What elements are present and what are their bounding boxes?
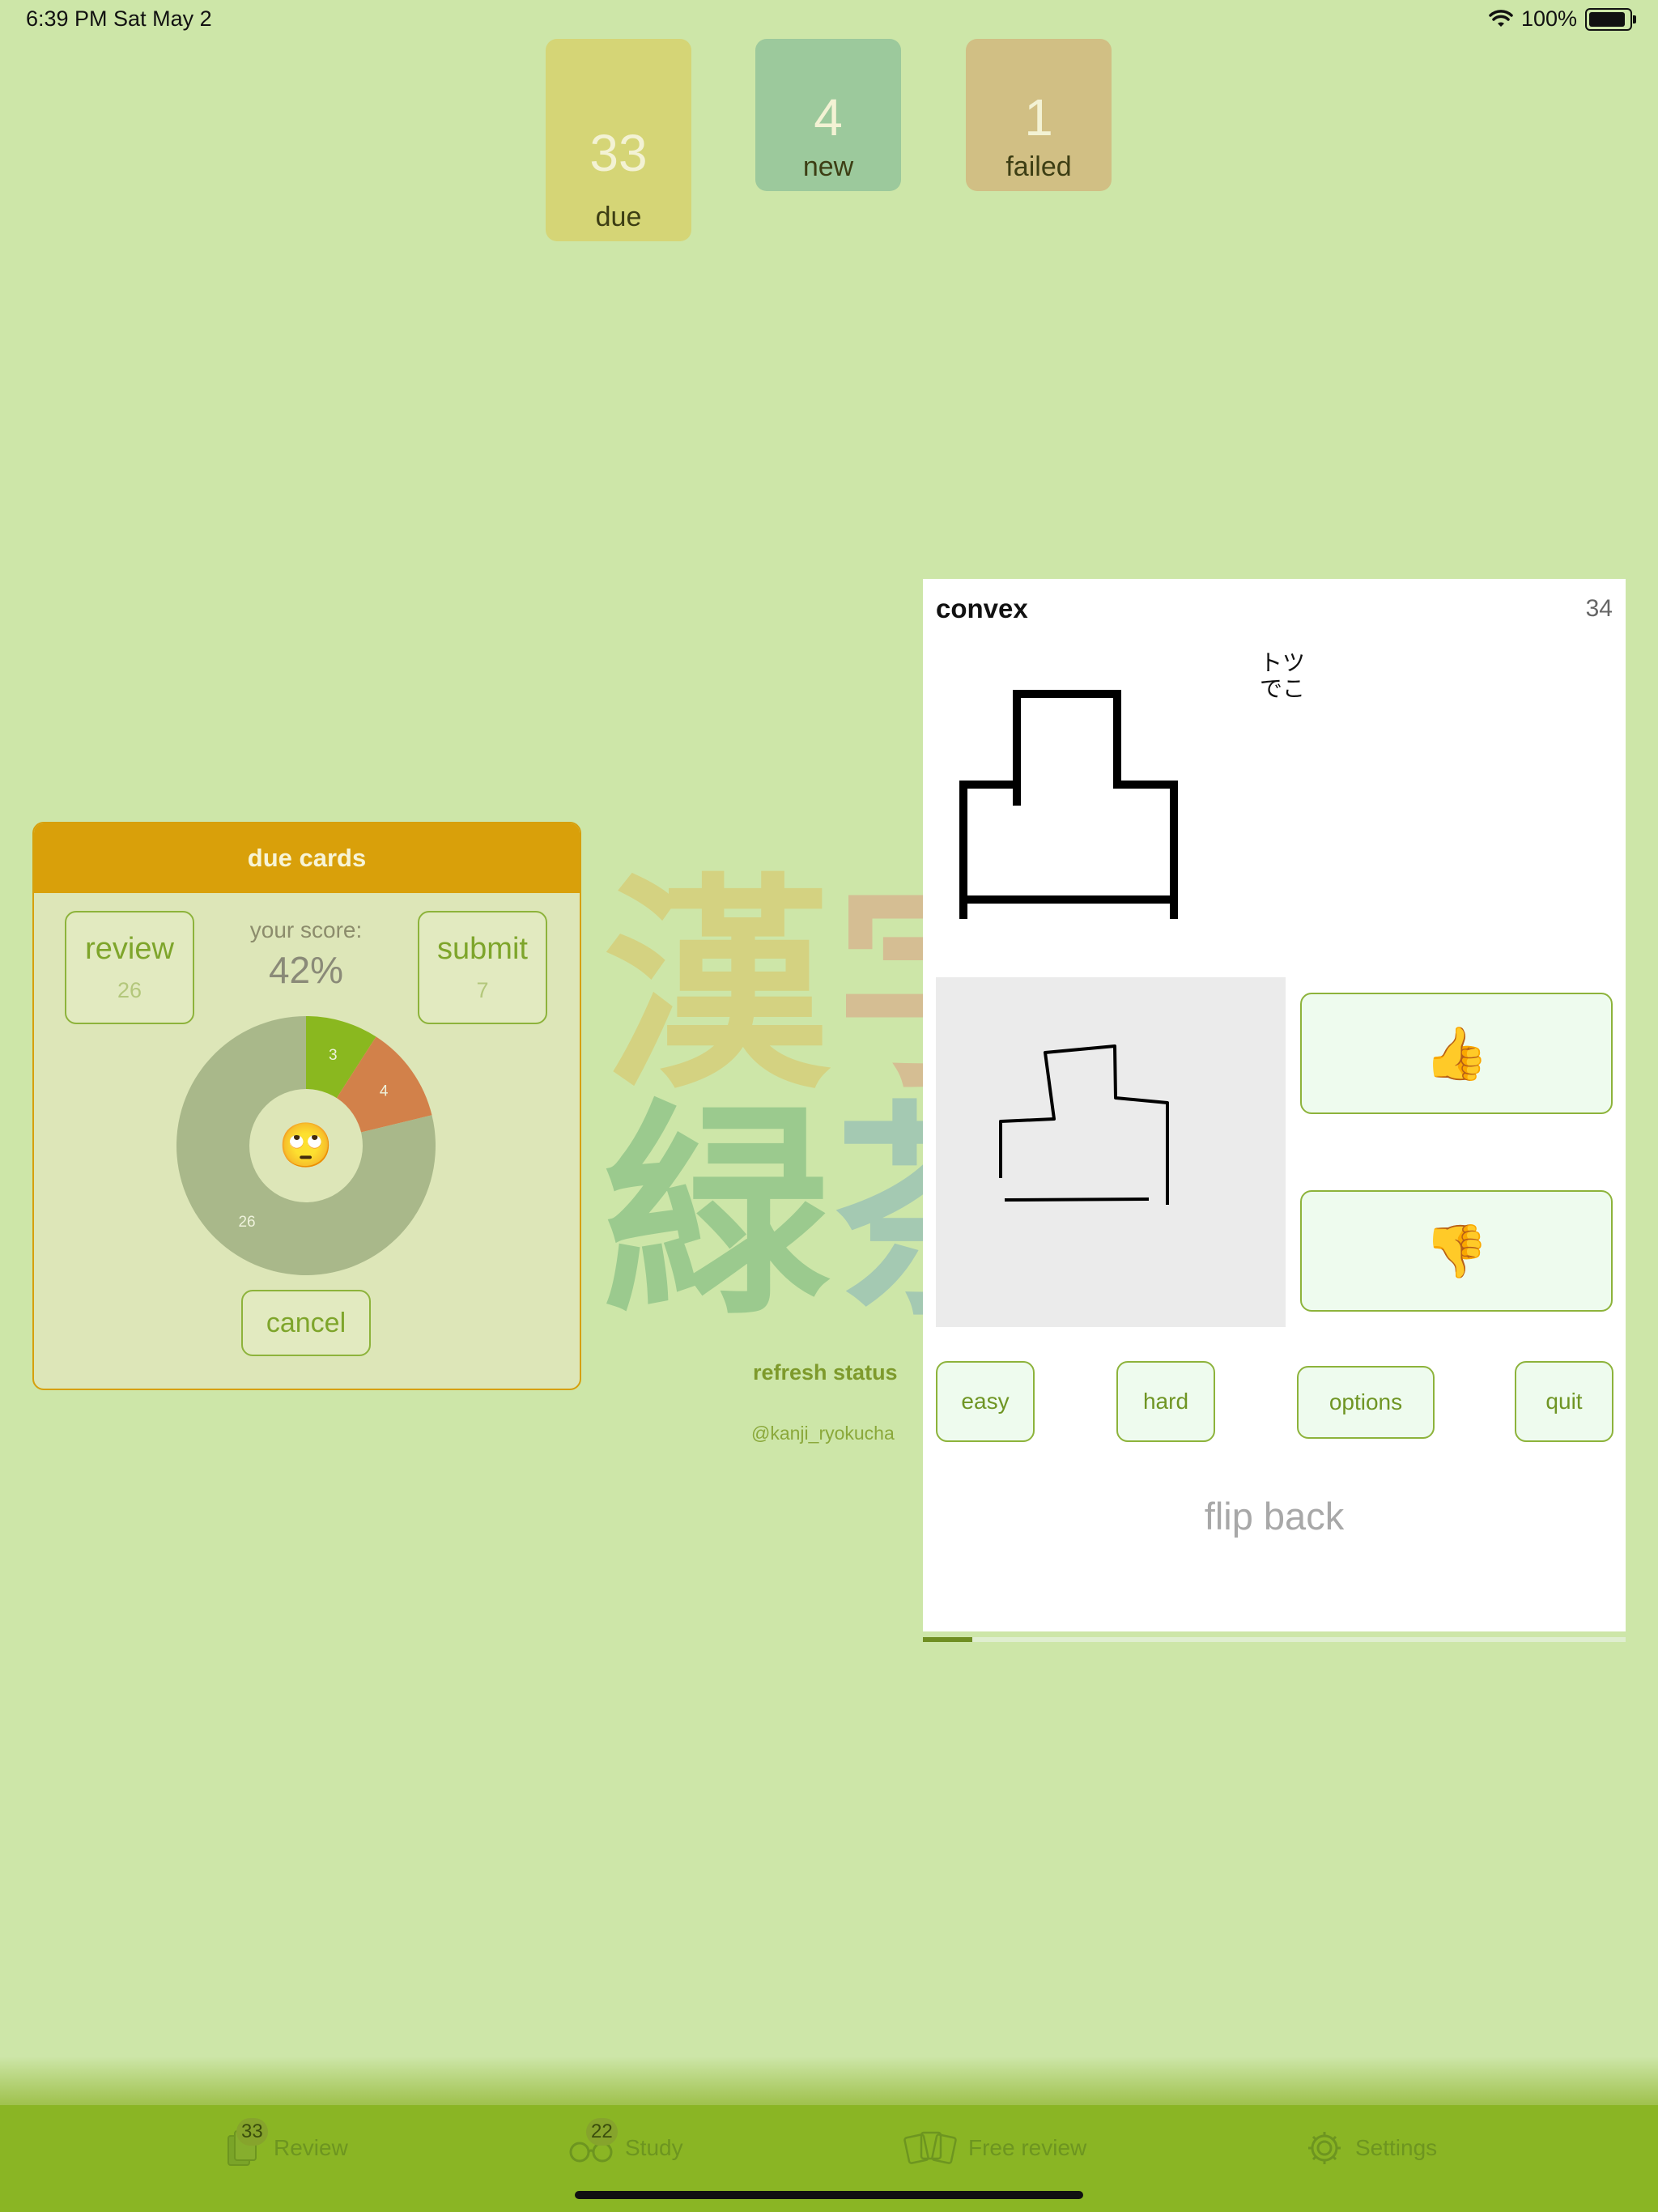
flashcard: convex 34 トツ でこ 👍 👎 easy hard options qu… xyxy=(923,579,1626,1631)
tab-settings[interactable]: Settings xyxy=(1305,2120,1437,2176)
due-cards-panel: due cards review 26 your score: 42% subm… xyxy=(32,822,581,1390)
cancel-button[interactable]: cancel xyxy=(241,1290,371,1356)
review-button-label: review xyxy=(85,932,174,966)
hard-button[interactable]: hard xyxy=(1116,1361,1215,1442)
failed-counter-tile: 1 failed xyxy=(966,39,1112,191)
thumbs-up-button[interactable]: 👍 xyxy=(1300,993,1613,1114)
due-count: 33 xyxy=(589,124,648,182)
options-button[interactable]: options xyxy=(1297,1366,1435,1439)
card-count: 34 xyxy=(1585,595,1613,622)
status-indicators: 100% xyxy=(1489,6,1636,32)
due-label: due xyxy=(595,202,642,232)
wifi-icon xyxy=(1489,9,1513,27)
logo-kanji: 漢 xyxy=(603,856,830,1120)
pie-slice-label: 4 xyxy=(380,1083,389,1100)
failed-label: failed xyxy=(1005,151,1072,182)
pie-slice-label: 3 xyxy=(329,1047,338,1064)
flip-back-button[interactable]: flip back xyxy=(923,1494,1626,1538)
tabbar-fade xyxy=(0,2057,1658,2107)
score-label: your score: xyxy=(249,917,363,942)
tab-review[interactable]: 33 Review xyxy=(225,2118,348,2176)
social-handle-link[interactable]: @kanji_ryokucha xyxy=(751,1423,895,1444)
cards-icon: 33 xyxy=(225,2118,268,2168)
tab-review-label: Review xyxy=(274,2135,348,2160)
study-badge: 22 xyxy=(586,2118,618,2146)
card-title: convex xyxy=(936,593,1028,623)
drawing-canvas[interactable] xyxy=(936,977,1286,1327)
submit-button-count: 7 xyxy=(476,978,489,1002)
tab-study[interactable]: 22 Study xyxy=(568,2118,683,2176)
review-badge: 33 xyxy=(236,2118,268,2146)
new-label: new xyxy=(802,151,854,182)
home-indicator[interactable] xyxy=(575,2191,1083,2199)
failed-count: 1 xyxy=(1024,88,1053,147)
user-drawing xyxy=(999,1044,1169,1205)
refresh-status-link[interactable]: refresh status xyxy=(753,1360,898,1385)
pie-slice-label: 26 xyxy=(238,1214,255,1231)
reading-on: トツ xyxy=(1260,650,1306,675)
quit-button[interactable]: quit xyxy=(1515,1361,1613,1442)
kanji-reading: トツ でこ xyxy=(1260,650,1305,702)
reading-kun: でこ xyxy=(1260,676,1306,701)
review-button-count: 26 xyxy=(117,978,142,1002)
battery-icon xyxy=(1585,7,1636,31)
logo-kanji: 緑 xyxy=(603,1083,830,1346)
easy-button[interactable]: easy xyxy=(936,1361,1035,1442)
gear-icon xyxy=(1305,2129,1344,2167)
eye-roll-emoji: 🙄 xyxy=(278,1121,333,1170)
cancel-button-label: cancel xyxy=(266,1307,346,1338)
thumbs-up-icon: 👍 xyxy=(1424,1023,1489,1083)
tab-study-label: Study xyxy=(625,2135,683,2160)
tab-settings-label: Settings xyxy=(1355,2135,1438,2160)
card-progress-bar xyxy=(923,1637,1626,1642)
card-progress-fill xyxy=(923,1637,972,1642)
new-counter-tile: 4 new xyxy=(755,39,901,191)
score-value: 42% xyxy=(268,949,344,991)
submit-button-label: submit xyxy=(437,932,528,966)
submit-button[interactable]: submit 7 xyxy=(418,911,547,1024)
shuffle-cards-icon xyxy=(903,2128,957,2168)
thumbs-down-button[interactable]: 👎 xyxy=(1300,1190,1613,1312)
glasses-icon: 22 xyxy=(568,2118,618,2168)
kanji-glyph-image xyxy=(959,690,1178,919)
tab-free-review[interactable]: Free review xyxy=(903,2120,1086,2176)
review-button[interactable]: review 26 xyxy=(65,911,194,1024)
new-count: 4 xyxy=(814,88,843,147)
due-counter-tile: 33 due xyxy=(546,39,691,241)
score-pie-chart: 3 4 26 🙄 xyxy=(176,1016,436,1275)
tab-free-review-label: Free review xyxy=(968,2135,1087,2160)
battery-percent: 100% xyxy=(1520,6,1577,31)
status-time-date: 6:39 PM Sat May 2 xyxy=(26,6,212,31)
panel-title: due cards xyxy=(34,823,580,893)
thumbs-down-icon: 👎 xyxy=(1424,1221,1489,1280)
